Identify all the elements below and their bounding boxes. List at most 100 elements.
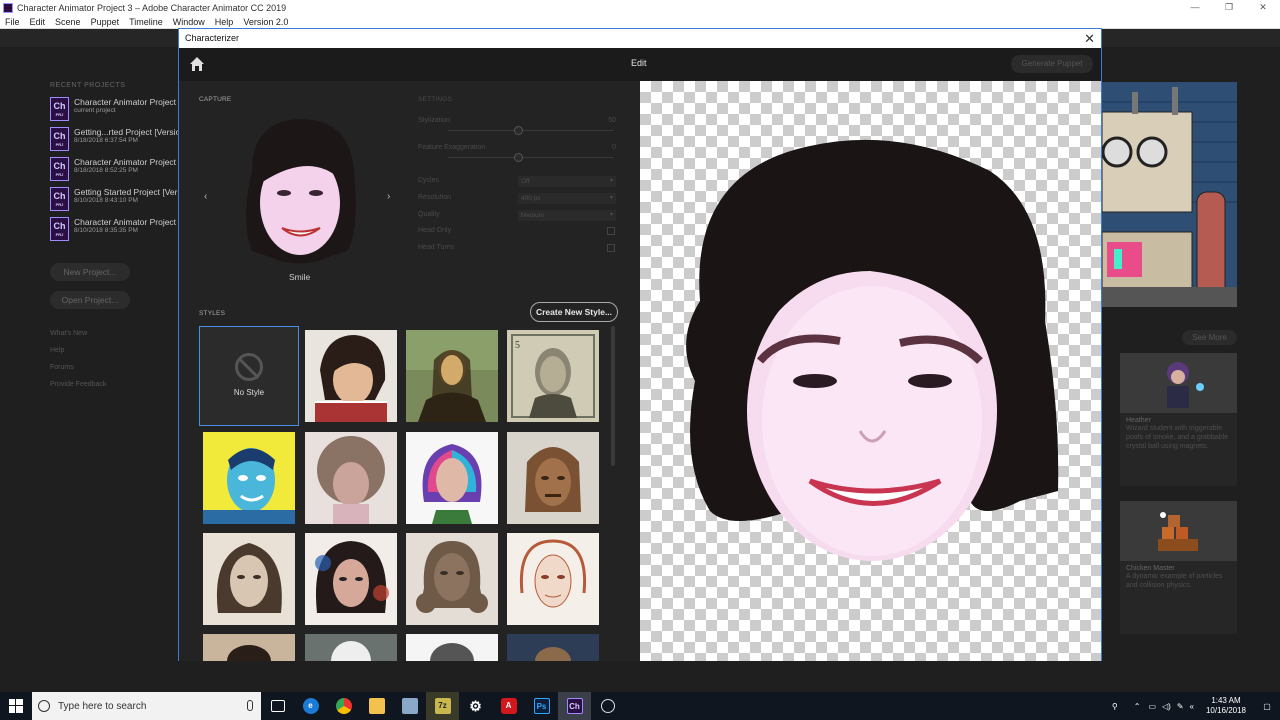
recent-project-item[interactable]: ChPRJ Getting Started Project [Version 2… bbox=[50, 187, 184, 217]
captured-face-thumbnail[interactable] bbox=[232, 111, 367, 266]
close-dialog-button[interactable]: ✕ bbox=[1084, 29, 1095, 48]
settings-label: SETTINGS bbox=[418, 96, 453, 103]
home-links: What's New Help Forums Provide Feedback bbox=[50, 325, 106, 393]
people-icon[interactable]: ⚲ bbox=[1112, 702, 1118, 711]
feedback-link[interactable]: Provide Feedback bbox=[50, 376, 106, 393]
no-style-tile[interactable]: No Style bbox=[199, 326, 299, 426]
feature-exaggeration-slider-track[interactable] bbox=[448, 157, 613, 158]
menu-version[interactable]: Version 2.0 bbox=[243, 17, 288, 27]
resolution-dropdown[interactable]: 400 px bbox=[518, 193, 616, 204]
menu-help[interactable]: Help bbox=[215, 17, 234, 27]
ch-project-icon: Ch PRJ bbox=[50, 127, 69, 151]
style-tile-partial-4[interactable] bbox=[507, 634, 599, 661]
task-view-icon[interactable] bbox=[261, 692, 294, 720]
menu-file[interactable]: File bbox=[5, 17, 20, 27]
search-icon bbox=[38, 700, 50, 712]
styles-label: STYLES bbox=[199, 310, 226, 317]
recent-projects-title: RECENT PROJECTS bbox=[50, 82, 126, 89]
close-window-button[interactable]: ✕ bbox=[1246, 0, 1280, 15]
show-hidden-icons-icon[interactable]: ⌃ bbox=[1134, 702, 1141, 711]
home-icon[interactable] bbox=[189, 56, 205, 72]
quality-dropdown[interactable]: Medium bbox=[518, 210, 616, 221]
generate-puppet-button[interactable]: Generate Puppet bbox=[1011, 55, 1093, 73]
style-tile-clay-sculpture[interactable] bbox=[406, 533, 498, 625]
chevron-icon[interactable]: « bbox=[1190, 702, 1194, 711]
ch-project-icon: Ch PRJ bbox=[50, 97, 69, 121]
file-explorer-icon[interactable] bbox=[360, 692, 393, 720]
edit-mode-label: Edit bbox=[631, 58, 647, 68]
open-project-button[interactable]: Open Project... bbox=[50, 291, 130, 309]
help-link[interactable]: Help bbox=[50, 342, 106, 359]
stylization-value: 50 bbox=[608, 117, 616, 124]
pen-icon[interactable]: ✎ bbox=[1177, 702, 1184, 711]
minimize-button[interactable]: — bbox=[1178, 0, 1212, 15]
edge-browser-icon[interactable]: e bbox=[294, 692, 327, 720]
puppet-card-heather[interactable]: Heather Wizard student with triggerable … bbox=[1120, 353, 1237, 486]
recent-project-item[interactable]: Ch PRJ Getting...rted Project [Version 2]… bbox=[50, 127, 184, 157]
stylization-slider-knob[interactable] bbox=[514, 126, 523, 135]
microphone-icon[interactable] bbox=[247, 700, 253, 711]
next-expression-button[interactable]: › bbox=[387, 191, 390, 202]
style-tile-lincoln-banknote[interactable]: 5 bbox=[507, 330, 599, 422]
style-tile-watercolor-curls[interactable] bbox=[305, 432, 397, 524]
volume-icon[interactable]: ◁) bbox=[1162, 702, 1171, 711]
recent-project-item[interactable]: Ch PRJ Character Animator Project 2 8/18/2… bbox=[50, 157, 183, 187]
head-turns-checkbox[interactable] bbox=[607, 244, 615, 252]
network-icon[interactable]: ▭ bbox=[1148, 702, 1156, 711]
characterizer-left-pane: CAPTURE ‹ › Smile SETTINGS Stylization 5… bbox=[179, 81, 640, 661]
menu-window[interactable]: Window bbox=[173, 17, 205, 27]
photoshop-icon[interactable]: Ps bbox=[525, 692, 558, 720]
calendar-app-icon[interactable]: 7z bbox=[426, 692, 459, 720]
start-button[interactable] bbox=[0, 692, 32, 720]
featured-puppet-image[interactable] bbox=[1102, 82, 1237, 307]
windows-logo-icon bbox=[9, 699, 23, 713]
style-tile-partial-3[interactable] bbox=[406, 634, 498, 661]
puppet-card-chicken-master[interactable]: Chicken Master A dynamic example of part… bbox=[1120, 501, 1237, 634]
taskbar-clock[interactable]: 1:43 AM 10/16/2018 bbox=[1198, 696, 1254, 716]
create-new-style-button[interactable]: Create New Style... bbox=[530, 302, 618, 322]
no-style-icon bbox=[235, 353, 263, 381]
capture-label: CAPTURE bbox=[199, 96, 232, 103]
recent-project-item[interactable]: Ch PRJ Character Animator Project 3 curren… bbox=[50, 97, 183, 127]
no-style-label: No Style bbox=[233, 388, 265, 397]
menu-edit[interactable]: Edit bbox=[30, 17, 46, 27]
dialog-title-bar: Characterizer ✕ bbox=[179, 29, 1101, 48]
style-tile-ink-watercolor[interactable] bbox=[305, 533, 397, 625]
head-only-checkbox[interactable] bbox=[607, 227, 615, 235]
puppet-thumbnail bbox=[1120, 353, 1237, 413]
style-tile-rainbow-hair[interactable] bbox=[406, 432, 498, 524]
style-tile-partial-1[interactable] bbox=[203, 634, 295, 661]
style-tile-pop-art[interactable] bbox=[203, 432, 295, 524]
chrome-icon[interactable] bbox=[327, 692, 360, 720]
new-project-button[interactable]: New Project... bbox=[50, 263, 130, 281]
style-tile-wood-carving[interactable] bbox=[507, 432, 599, 524]
menu-bar: File Edit Scene Puppet Timeline Window H… bbox=[0, 15, 1280, 29]
settings-gear-icon[interactable]: ⚙ bbox=[459, 692, 492, 720]
see-more-button[interactable]: See More bbox=[1182, 330, 1237, 345]
style-tile-pencil-sketch[interactable] bbox=[203, 533, 295, 625]
acrobat-icon[interactable]: A bbox=[492, 692, 525, 720]
app-icon-generic[interactable] bbox=[393, 692, 426, 720]
action-center-icon[interactable]: ▢ bbox=[1254, 702, 1280, 711]
style-tile-mona-lisa[interactable] bbox=[406, 330, 498, 422]
taskbar-search-box[interactable]: Type here to search bbox=[32, 692, 261, 720]
menu-scene[interactable]: Scene bbox=[55, 17, 81, 27]
feature-exaggeration-slider-knob[interactable] bbox=[514, 153, 523, 162]
restore-button[interactable]: ❐ bbox=[1212, 0, 1246, 15]
whats-new-link[interactable]: What's New bbox=[50, 325, 106, 342]
previous-expression-button[interactable]: ‹ bbox=[204, 191, 207, 202]
style-tile-partial-2[interactable] bbox=[305, 634, 397, 661]
styles-scrollbar[interactable] bbox=[611, 326, 615, 466]
dialog-title: Characterizer bbox=[185, 33, 240, 43]
recent-project-item[interactable]: Ch PRJ Character Animator Project 8/10/201… bbox=[50, 217, 180, 247]
style-tile-photo-portrait[interactable] bbox=[305, 330, 397, 422]
stylization-slider-track[interactable] bbox=[448, 130, 613, 131]
capture-expression-label: Smile bbox=[289, 272, 311, 282]
menu-puppet[interactable]: Puppet bbox=[91, 17, 120, 27]
style-tile-red-sketch[interactable] bbox=[507, 533, 599, 625]
character-animator-taskbar-icon[interactable]: Ch bbox=[558, 692, 591, 720]
forums-link[interactable]: Forums bbox=[50, 359, 106, 376]
cycles-dropdown[interactable]: Off bbox=[518, 176, 616, 187]
menu-timeline[interactable]: Timeline bbox=[129, 17, 163, 27]
app-circle-icon[interactable] bbox=[591, 692, 624, 720]
